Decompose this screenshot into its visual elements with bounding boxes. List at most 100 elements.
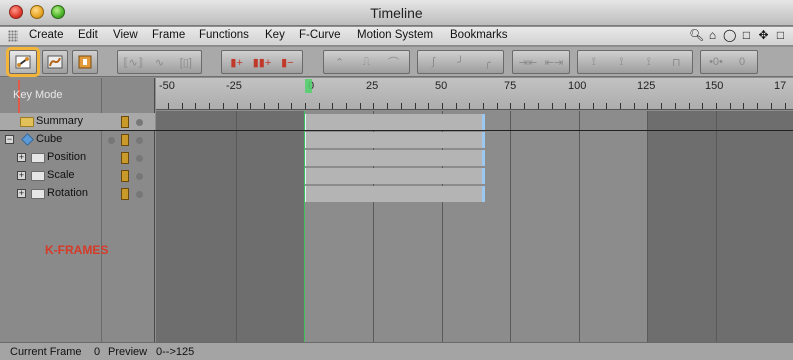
current-frame-line[interactable] (304, 111, 305, 342)
ruler-tick (757, 103, 758, 109)
ease-tools-group: ∫ ╯ ╭ (417, 50, 504, 74)
tree-row-cube[interactable]: − Cube (0, 131, 155, 149)
key-range-bar[interactable] (304, 186, 485, 202)
interpolation-tools-group: ⌃ ⎍ ⌒ (323, 50, 410, 74)
hide-icon[interactable]: ◯ (723, 28, 736, 43)
ruler-tick (785, 103, 786, 109)
ruler-tick (209, 103, 210, 109)
break-tangent-icon[interactable]: •0• (706, 52, 726, 72)
key-range-bar[interactable] (304, 114, 485, 130)
motion-mode-button[interactable] (72, 50, 98, 74)
zero-angle-icon[interactable]: ⇥⇤ (518, 52, 538, 72)
menu-f-curve[interactable]: F-Curve (299, 29, 341, 41)
status-dot-icon[interactable] (136, 137, 143, 144)
step-icon[interactable]: ⎍ (357, 52, 377, 72)
f-curve-mode-button[interactable] (42, 50, 68, 74)
frame-range-icon[interactable]: [▯] (176, 52, 196, 72)
search-icon[interactable]: 🔍︎ (689, 28, 704, 43)
close-window-button[interactable] (9, 5, 23, 19)
ruler-tick (538, 103, 539, 109)
film-icon[interactable] (121, 188, 129, 200)
lock-time-icon[interactable]: ⟟ (611, 52, 631, 72)
status-dot-icon[interactable] (136, 155, 143, 162)
key-tools-group: ▮+ ▮▮+ ▮− (221, 50, 303, 74)
key-range-bar[interactable] (304, 168, 485, 184)
ruler-tick (620, 103, 621, 109)
home-icon[interactable]: ⌂ (706, 28, 719, 43)
key-range-bar[interactable] (304, 150, 485, 166)
move-icon[interactable]: ✥ (757, 28, 770, 43)
track-summary[interactable] (304, 113, 648, 131)
zero-length-icon[interactable]: ⇤⇥ (544, 52, 564, 72)
menu-right-icons: 🔍︎ ⌂ ◯ □ ✥ □ (689, 28, 787, 43)
mode-label: Key Mode (13, 89, 63, 101)
status-dot-icon[interactable] (136, 173, 143, 180)
collapse-icon[interactable]: − (5, 135, 14, 144)
film-icon[interactable] (121, 116, 129, 128)
timeline-area[interactable] (156, 111, 793, 342)
menu-motion-system[interactable]: Motion System (357, 29, 433, 41)
spline-icon[interactable]: ⌒ (384, 52, 404, 72)
expand-icon[interactable]: + (17, 171, 26, 180)
ruler-label: 125 (637, 80, 656, 92)
grip-icon[interactable] (8, 30, 18, 42)
minimize-window-button[interactable] (30, 5, 44, 19)
add-keys-icon[interactable]: ▮▮+ (252, 52, 272, 72)
ruler-tick (483, 103, 484, 109)
k-frames-annotation: K-FRAMES (45, 243, 109, 257)
layer-dot-icon[interactable] (108, 137, 115, 144)
ease-in-icon[interactable]: ╯ (451, 52, 471, 72)
frame-all-icon[interactable]: ⟦∿⟧ (123, 52, 143, 72)
current-frame-marker[interactable] (305, 79, 312, 93)
lock-value-icon[interactable]: ⟟ (584, 52, 604, 72)
window-title: Timeline (370, 5, 423, 21)
menu-functions[interactable]: Functions (199, 29, 249, 41)
tree-row-rotation[interactable]: + Rotation (0, 185, 155, 203)
lock-tangent-icon[interactable]: ⟟ (639, 52, 659, 72)
key-mode-button[interactable] (6, 47, 40, 77)
expand-icon[interactable]: □ (774, 28, 787, 43)
lock-key-icon[interactable]: ⊓ (666, 52, 686, 72)
position-label: Position (47, 151, 87, 163)
linear-icon[interactable]: ⌃ (330, 52, 350, 72)
tree-row-scale[interactable]: + Scale (0, 167, 155, 185)
status-dot-icon[interactable] (136, 191, 143, 198)
ease-in-out-icon[interactable]: ∫ (424, 52, 444, 72)
unify-tangent-icon[interactable]: 0 (732, 52, 752, 72)
ruler-tick (702, 103, 703, 109)
film-icon[interactable] (121, 170, 129, 182)
preview-value: 0-->125 (156, 346, 195, 358)
ruler-tick (716, 103, 717, 109)
expand-icon[interactable]: + (17, 189, 26, 198)
track-rotation[interactable] (304, 185, 648, 203)
menu-edit[interactable]: Edit (78, 29, 98, 41)
film-icon[interactable] (121, 152, 129, 164)
ruler-tick (401, 103, 402, 109)
tree-row-summary[interactable]: Summary (0, 113, 155, 131)
menu-create[interactable]: Create (29, 29, 64, 41)
track-position[interactable] (304, 149, 648, 167)
track-scale[interactable] (304, 167, 648, 185)
time-ruler[interactable]: -50 -25 0 25 50 75 100 125 150 17 (156, 78, 793, 110)
status-dot-icon[interactable] (136, 119, 143, 126)
ruler-tick (346, 103, 347, 109)
ruler-tick (195, 103, 196, 109)
motion-mode-icon (78, 55, 92, 69)
remove-key-icon[interactable]: ▮− (277, 52, 297, 72)
summary-label: Summary (36, 115, 84, 127)
tree-row-position[interactable]: + Position (0, 149, 155, 167)
frame-selected-icon[interactable]: ∿ (149, 52, 169, 72)
new-window-icon[interactable]: □ (740, 28, 753, 43)
ease-out-icon[interactable]: ╭ (478, 52, 498, 72)
zoom-window-button[interactable] (51, 5, 65, 19)
track-cube[interactable] (304, 131, 648, 149)
menu-bookmarks[interactable]: Bookmarks (450, 29, 508, 41)
menu-frame[interactable]: Frame (152, 29, 185, 41)
add-key-icon[interactable]: ▮+ (227, 52, 247, 72)
ruler-tick (291, 103, 292, 109)
menu-key[interactable]: Key (265, 29, 285, 41)
key-range-bar[interactable] (304, 132, 485, 148)
expand-icon[interactable]: + (17, 153, 26, 162)
film-icon[interactable] (121, 134, 129, 146)
menu-view[interactable]: View (113, 29, 138, 41)
